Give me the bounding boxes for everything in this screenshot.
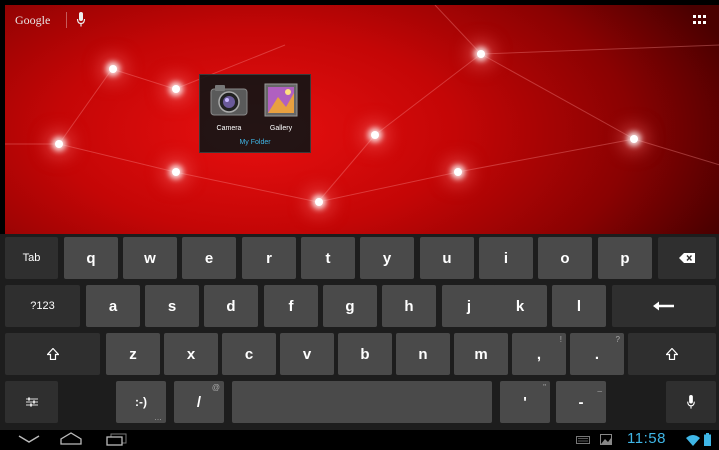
backspace-key[interactable] <box>658 237 716 279</box>
dash-hint: _ <box>597 383 602 392</box>
folder-app-label: Gallery <box>269 125 293 132</box>
tab-key[interactable]: Tab <box>5 237 58 279</box>
home-icon[interactable] <box>60 432 82 445</box>
key-period[interactable]: . ? <box>570 333 624 375</box>
gallery-icon <box>264 83 298 117</box>
key-q[interactable]: q <box>64 237 118 279</box>
shift-key-left[interactable] <box>5 333 100 375</box>
apostrophe-char: ' <box>523 393 527 411</box>
key-p[interactable]: p <box>598 237 652 279</box>
key-c[interactable]: c <box>222 333 276 375</box>
keyboard-settings-icon <box>25 397 38 407</box>
key-h[interactable]: h <box>382 285 436 327</box>
battery-icon <box>704 433 711 446</box>
key-y[interactable]: y <box>360 237 414 279</box>
smiley-char: :-) <box>135 395 147 409</box>
folder-popup: Camera Gallery My Folder <box>199 74 311 153</box>
recent-apps-icon[interactable] <box>106 433 128 446</box>
back-chevron-down-icon[interactable] <box>18 435 40 444</box>
slash-hint: @ <box>211 383 220 392</box>
key-o[interactable]: o <box>538 237 592 279</box>
system-navigation-bar: 11:58 <box>0 430 719 450</box>
screenshot-notification-icon <box>600 434 612 445</box>
home-screen-wallpaper <box>5 5 719 234</box>
folder-app-label: Camera <box>216 125 242 132</box>
shift-icon <box>46 348 59 360</box>
period-char: . <box>594 345 600 363</box>
voice-input-key[interactable] <box>666 381 716 423</box>
smiley-key[interactable]: :-) … <box>116 381 166 423</box>
key-r[interactable]: r <box>242 237 296 279</box>
light-spark <box>371 131 379 139</box>
enter-key[interactable] <box>612 285 716 327</box>
all-apps-grid-icon[interactable] <box>693 15 707 25</box>
symbols-key[interactable]: ?123 <box>5 285 80 327</box>
dash-char: - <box>578 393 584 411</box>
key-v[interactable]: v <box>280 333 334 375</box>
light-spark <box>172 168 180 176</box>
key-k[interactable]: k <box>493 285 547 327</box>
key-u[interactable]: u <box>420 237 474 279</box>
light-spark <box>315 198 323 206</box>
key-x[interactable]: x <box>164 333 218 375</box>
light-spark <box>109 65 117 73</box>
key-d[interactable]: d <box>204 285 258 327</box>
apostrophe-hint: " <box>543 383 546 392</box>
key-n[interactable]: n <box>396 333 450 375</box>
camera-icon <box>210 85 248 116</box>
status-clock: 11:58 <box>627 430 666 447</box>
key-i[interactable]: i <box>479 237 533 279</box>
key-m[interactable]: m <box>454 333 508 375</box>
wifi-icon <box>686 435 700 446</box>
light-spark <box>55 140 63 148</box>
google-search-label[interactable]: Google <box>15 13 50 28</box>
comma-hint: ! <box>559 335 562 344</box>
key-l[interactable]: l <box>552 285 606 327</box>
key-f[interactable]: f <box>264 285 318 327</box>
key-z[interactable]: z <box>106 333 160 375</box>
key-a[interactable]: a <box>86 285 140 327</box>
key-w[interactable]: w <box>123 237 177 279</box>
key-dash[interactable]: - _ <box>556 381 606 423</box>
shift-key-right[interactable] <box>628 333 716 375</box>
enter-icon <box>653 301 674 311</box>
slash-char: / <box>196 393 202 411</box>
light-spark <box>454 168 462 176</box>
key-apostrophe[interactable]: ' " <box>500 381 550 423</box>
key-s[interactable]: s <box>145 285 199 327</box>
key-comma[interactable]: , ! <box>512 333 566 375</box>
folder-app-camera[interactable]: Camera <box>206 83 252 132</box>
microphone-icon <box>687 394 695 409</box>
backspace-icon <box>679 253 695 263</box>
smiley-hint: … <box>154 413 162 422</box>
comma-char: , <box>536 345 542 363</box>
voice-search-mic-icon[interactable] <box>76 12 86 28</box>
soft-keyboard: Tab q w e r t y u i o p ?123 a s d f g h… <box>0 234 719 430</box>
folder-app-gallery[interactable]: Gallery <box>258 83 304 132</box>
light-spark <box>630 135 638 143</box>
search-bar-divider <box>66 12 67 28</box>
key-t[interactable]: t <box>301 237 355 279</box>
keyboard-notification-icon <box>576 436 590 444</box>
light-spark <box>477 50 485 58</box>
key-e[interactable]: e <box>182 237 236 279</box>
key-b[interactable]: b <box>338 333 392 375</box>
wallpaper-light-lines <box>5 5 719 203</box>
key-j[interactable]: j <box>442 285 496 327</box>
space-bar[interactable] <box>232 381 492 423</box>
key-slash[interactable]: / @ <box>174 381 224 423</box>
settings-key[interactable] <box>5 381 58 423</box>
light-spark <box>172 85 180 93</box>
folder-title[interactable]: My Folder <box>200 139 310 146</box>
key-g[interactable]: g <box>323 285 377 327</box>
shift-icon <box>666 348 678 360</box>
period-hint: ? <box>615 335 620 344</box>
